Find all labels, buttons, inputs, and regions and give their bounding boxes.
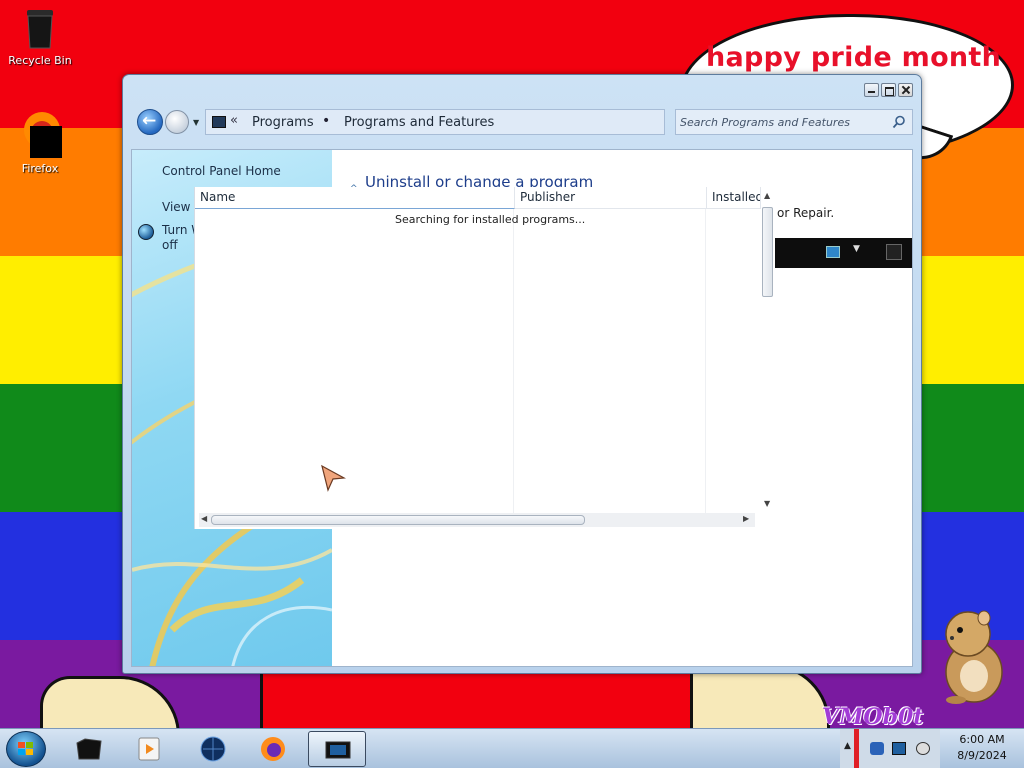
scroll-left-arrow-icon[interactable]: ◀ bbox=[201, 514, 207, 523]
taskbar-item-media-player[interactable] bbox=[120, 731, 178, 767]
scroll-right-arrow-icon[interactable]: ▶ bbox=[743, 514, 749, 523]
watermark-text: VMOb0t bbox=[822, 704, 924, 730]
view-options-icon[interactable] bbox=[826, 246, 840, 258]
scroll-up-arrow-icon[interactable]: ▲ bbox=[764, 191, 770, 200]
caption-buttons bbox=[864, 83, 913, 97]
control-panel-icon bbox=[325, 741, 351, 759]
column-header-name[interactable]: Name bbox=[195, 187, 515, 209]
desktop-icon-label: Recycle Bin bbox=[8, 54, 72, 67]
minimize-button[interactable] bbox=[864, 83, 879, 97]
view-installed-updates-link[interactable]: View i bbox=[162, 200, 198, 214]
firefox-icon bbox=[261, 737, 285, 761]
address-overflow-chevron[interactable]: « bbox=[230, 113, 238, 128]
hamster-image bbox=[945, 610, 1003, 704]
taskbar-item-firefox[interactable] bbox=[244, 731, 302, 767]
navigation-bar: ▼ « Programs • Programs and Features ▼ ⇆ bbox=[135, 105, 913, 139]
search-icon[interactable] bbox=[892, 115, 906, 129]
close-button[interactable] bbox=[898, 83, 913, 97]
taskbar-clock[interactable]: 6:00 AM 8/9/2024 bbox=[940, 732, 1024, 768]
back-button[interactable] bbox=[137, 109, 163, 135]
column-header-installed[interactable]: Installed bbox=[707, 187, 761, 209]
globe-icon bbox=[200, 736, 226, 762]
folder-icon bbox=[76, 738, 102, 760]
list-toolbar: ▼ bbox=[774, 238, 912, 268]
show-hidden-icons-button[interactable]: ▲ bbox=[844, 741, 851, 751]
tray-accent-bar bbox=[854, 729, 859, 768]
desktop-icon-label: Firefox bbox=[21, 162, 59, 175]
column-header-publisher[interactable]: Publisher bbox=[515, 187, 707, 209]
vertical-scroll-thumb[interactable] bbox=[762, 207, 773, 297]
taskbar: ▲ 6:00 AM 8/9/2024 bbox=[0, 728, 1024, 768]
taskbar-item-control-panel[interactable] bbox=[308, 731, 366, 767]
address-bar[interactable]: « Programs • Programs and Features ▼ ⇆ bbox=[205, 109, 722, 135]
clock-time: 6:00 AM bbox=[959, 733, 1005, 746]
media-player-icon bbox=[138, 737, 160, 761]
help-icon[interactable] bbox=[886, 244, 902, 260]
column-divider bbox=[513, 209, 514, 513]
taskbar-item-globe[interactable] bbox=[184, 731, 242, 767]
search-box[interactable] bbox=[675, 109, 913, 135]
horizontal-scroll-thumb[interactable] bbox=[211, 515, 585, 525]
action-center-icon[interactable] bbox=[870, 742, 884, 755]
start-button[interactable] bbox=[6, 731, 46, 767]
control-panel-home-link[interactable]: Control Panel Home bbox=[162, 164, 281, 178]
volume-icon[interactable] bbox=[916, 742, 930, 755]
program-list[interactable]: Name Publisher Installed Searching for i… bbox=[194, 187, 775, 529]
repair-hint-text: or Repair. bbox=[777, 206, 835, 220]
recent-pages-dropdown[interactable]: ▼ bbox=[193, 118, 199, 127]
windows-logo-icon bbox=[18, 742, 33, 755]
speech-bubble-text: happy pride month bbox=[706, 42, 1002, 73]
forward-button[interactable] bbox=[165, 110, 189, 134]
mouse-cursor-icon bbox=[321, 464, 346, 492]
turn-windows-features-link-continued[interactable]: off bbox=[162, 238, 178, 252]
control-panel-icon bbox=[212, 116, 226, 128]
clock-date: 8/9/2024 bbox=[957, 749, 1007, 762]
breadcrumb-programs[interactable]: Programs bbox=[252, 115, 314, 130]
horizontal-scrollbar[interactable]: ◀ ▶ bbox=[199, 513, 755, 527]
taskbar-item-explorer[interactable] bbox=[60, 731, 118, 767]
desktop-icon-recycle-bin[interactable]: Recycle Bin bbox=[0, 6, 80, 67]
recycle-bin-icon bbox=[27, 10, 53, 49]
firefox-icon bbox=[24, 112, 62, 158]
scroll-down-arrow-icon[interactable]: ▼ bbox=[764, 499, 770, 508]
search-input[interactable] bbox=[680, 113, 885, 131]
network-icon[interactable] bbox=[892, 742, 906, 755]
desktop-icon-firefox[interactable]: Firefox bbox=[0, 110, 80, 175]
notification-area: ▲ bbox=[840, 729, 940, 768]
vertical-scrollbar[interactable]: ▲ ▼ bbox=[761, 191, 775, 511]
breadcrumb-separator[interactable]: • bbox=[322, 113, 330, 129]
status-message: Searching for installed programs... bbox=[395, 213, 586, 226]
maximize-button[interactable] bbox=[881, 83, 896, 97]
column-divider bbox=[705, 209, 706, 513]
breadcrumb-programs-and-features[interactable]: Programs and Features bbox=[344, 115, 494, 130]
view-dropdown-icon[interactable]: ▼ bbox=[853, 244, 860, 254]
shield-globe-icon bbox=[138, 224, 154, 240]
